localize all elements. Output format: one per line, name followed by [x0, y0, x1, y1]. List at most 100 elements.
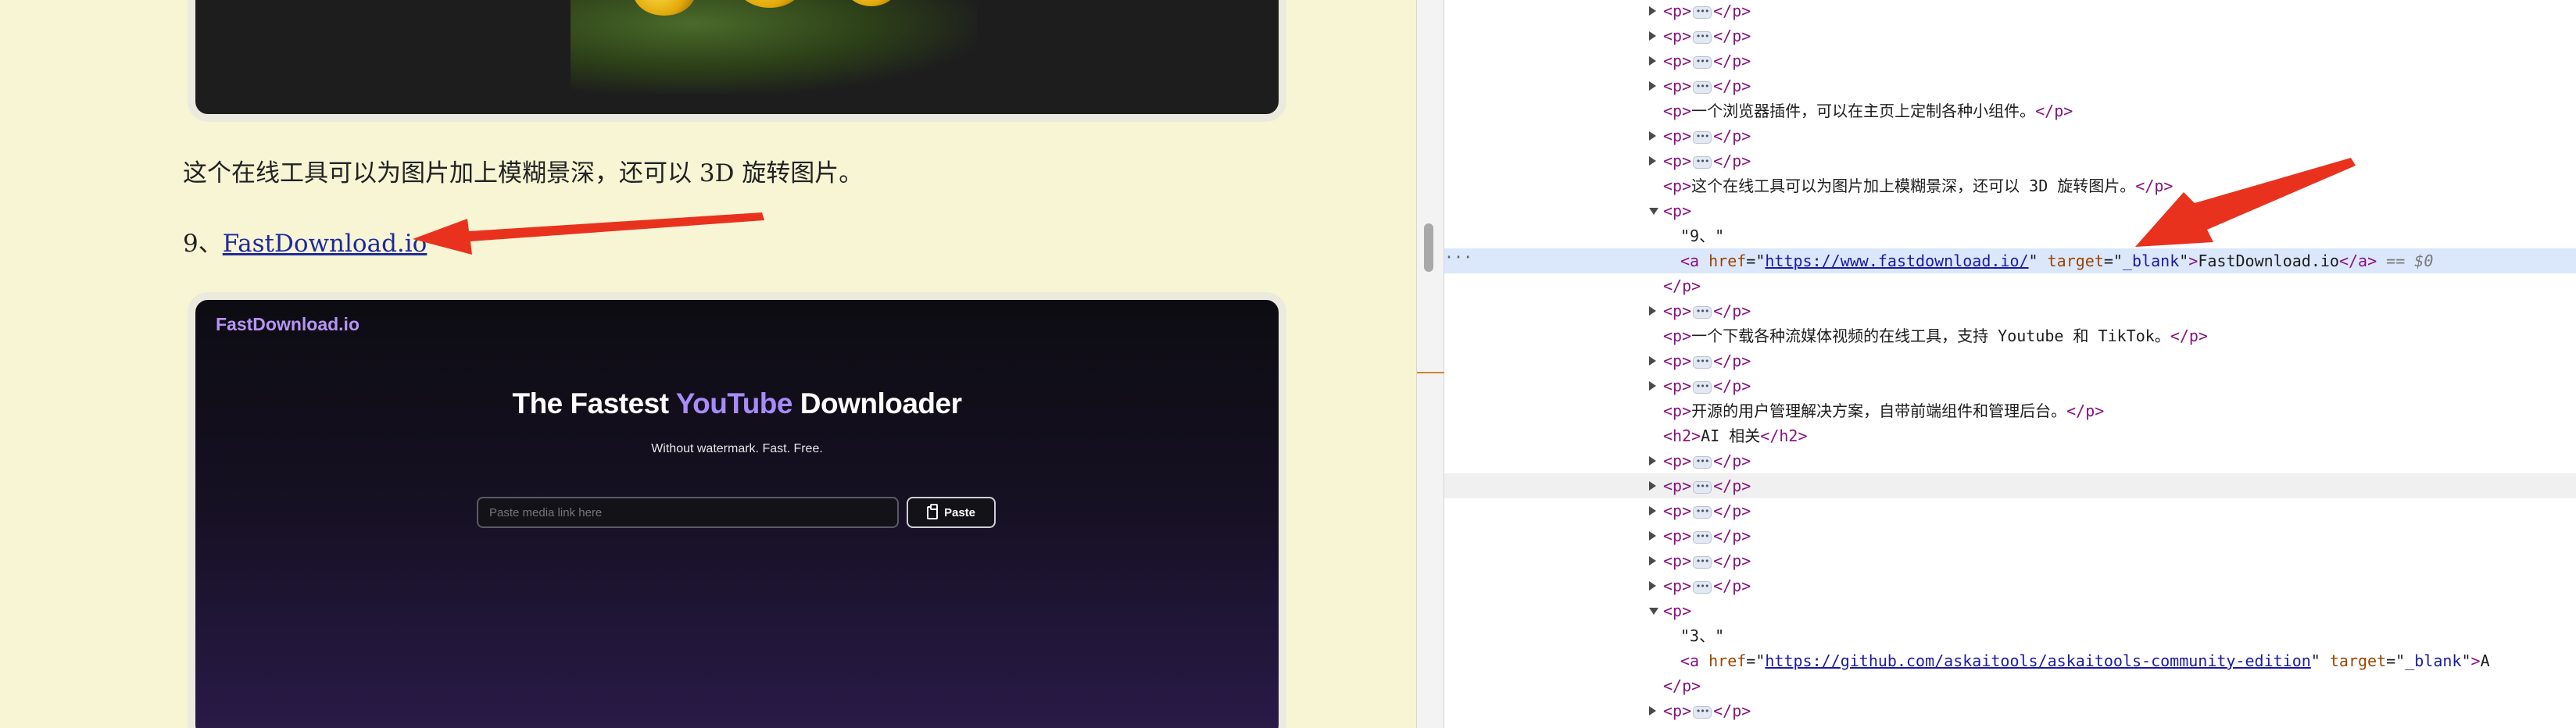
dom-node-row[interactable]: <a href="https://github.com/askaitools/a… [1444, 648, 2576, 673]
ellipsis-icon[interactable]: ••• [1693, 555, 1712, 569]
dom-node-row[interactable]: <p>开源的用户管理解决方案，自带前端组件和管理后台。</p> [1444, 398, 2576, 423]
node-markup: <p> ••• </p> [1663, 27, 1751, 45]
expand-triangle-icon[interactable] [1649, 81, 1656, 91]
expand-triangle-icon[interactable] [1649, 556, 1656, 566]
node-markup: <p> ••• </p> [1663, 52, 1751, 70]
dom-node-row[interactable]: <p> ••• </p> [1444, 523, 2576, 548]
devtools-elements-panel: <p> ••• </p> <p> ••• </p> <p> ••• </p> <p> ••• </p>… [1444, 0, 2576, 728]
description-paragraph: 这个在线工具可以为图片加上模糊景深，还可以 3D 旋转图片。 [183, 159, 864, 187]
node-markup: <p> ••• </p> [1663, 352, 1751, 370]
dom-node-row[interactable]: <p> ••• </p> [1444, 448, 2576, 473]
ellipsis-icon[interactable]: ••• [1693, 580, 1712, 594]
href-link[interactable]: https://www.fastdownload.io/ [1765, 252, 2028, 270]
ellipsis-icon[interactable]: ••• [1693, 130, 1712, 144]
headline-end: Downloader [792, 387, 962, 419]
node-markup: <p> [1663, 601, 1692, 620]
fastdownload-link[interactable]: FastDownload.io [223, 230, 428, 258]
dom-node-row[interactable]: <p>一个浏览器插件，可以在主页上定制各种小组件。</p> [1444, 98, 2576, 123]
dom-node-row[interactable]: <p> ••• </p> [1444, 373, 2576, 398]
node-markup: <p> ••• </p> [1663, 501, 1751, 520]
expand-triangle-icon[interactable] [1649, 481, 1656, 491]
ellipsis-icon[interactable]: ••• [1693, 380, 1712, 394]
ellipsis-icon[interactable]: ••• [1693, 305, 1712, 319]
dom-node-row[interactable]: <p> ••• </p> [1444, 23, 2576, 48]
collapse-triangle-icon[interactable] [1649, 208, 1658, 215]
dom-node-row[interactable]: <p> ••• </p> [1444, 573, 2576, 598]
dom-node-row[interactable]: <p>一个下载各种流媒体视频的在线工具，支持 Youtube 和 TikTok。… [1444, 323, 2576, 348]
node-markup: <p> ••• </p> [1663, 476, 1751, 495]
dom-node-row[interactable]: <p> ••• </p> [1444, 498, 2576, 523]
paste-button[interactable]: Paste [907, 497, 996, 528]
node-markup: <p> ••• </p> [1663, 152, 1751, 170]
dom-node-row[interactable]: <p> ••• </p> [1444, 48, 2576, 73]
paste-button-label: Paste [943, 505, 976, 519]
dom-node-row[interactable]: </p> [1444, 273, 2576, 298]
dom-node-row[interactable]: <a href="https://www.fastdownload.io/" t… [1444, 248, 2576, 273]
selected-node-marker: == $0 [2377, 252, 2434, 270]
node-markup: <p>一个浏览器插件，可以在主页上定制各种小组件。</p> [1663, 102, 2073, 120]
ellipsis-icon[interactable]: ••• [1693, 80, 1712, 94]
dom-node-row[interactable]: <p> ••• </p> [1444, 348, 2576, 373]
dom-node-row[interactable]: <p> ••• </p> [1444, 73, 2576, 98]
ellipsis-icon[interactable]: ••• [1693, 455, 1712, 469]
resize-handle[interactable] [1424, 223, 1433, 272]
divider-marker [1417, 372, 1445, 373]
node-markup: <p> ••• </p> [1663, 701, 1751, 720]
expand-triangle-icon[interactable] [1649, 31, 1656, 41]
ellipsis-icon[interactable]: ••• [1693, 705, 1712, 719]
expand-triangle-icon[interactable] [1649, 506, 1656, 516]
more-actions-icon[interactable]: ··· [1444, 247, 1472, 272]
expand-triangle-icon[interactable] [1649, 706, 1656, 716]
ellipsis-icon[interactable]: ••• [1693, 30, 1712, 44]
dom-node-row[interactable]: <p> ••• </p> [1444, 698, 2576, 723]
headline-start: The Fastest [512, 387, 676, 419]
dom-node-row[interactable]: "9、" [1444, 223, 2576, 248]
expand-triangle-icon[interactable] [1649, 531, 1656, 541]
expand-triangle-icon[interactable] [1649, 456, 1656, 466]
expand-triangle-icon[interactable] [1649, 381, 1656, 391]
dom-node-row[interactable]: <p> ••• </p> [1444, 548, 2576, 573]
pane-resize-divider[interactable] [1416, 0, 1445, 728]
node-text: AI 相关 [1701, 426, 1761, 445]
dom-node-row[interactable]: <p> ••• </p> [1444, 148, 2576, 173]
dom-node-row[interactable]: <p>这个在线工具可以为图片加上模糊景深，还可以 3D 旋转图片。</p> [1444, 173, 2576, 198]
dom-node-row[interactable]: <p> [1444, 598, 2576, 623]
node-text: 这个在线工具可以为图片加上模糊景深，还可以 3D 旋转图片。 [1691, 177, 2136, 195]
expand-triangle-icon[interactable] [1649, 6, 1656, 16]
dom-node-row[interactable]: "3、" [1444, 623, 2576, 648]
ellipsis-icon[interactable]: ••• [1693, 480, 1712, 494]
node-text: A [2480, 651, 2490, 670]
page-viewport: 这个在线工具可以为图片加上模糊景深，还可以 3D 旋转图片。 9、FastDow… [0, 0, 1416, 728]
node-markup: <p> ••• </p> [1663, 376, 1751, 395]
media-link-input[interactable] [477, 497, 899, 528]
ellipsis-icon[interactable]: ••• [1693, 5, 1712, 19]
dom-node-row[interactable]: <p> ••• </p> [1444, 473, 2576, 498]
node-markup: "3、" [1680, 623, 1724, 648]
headline-highlight: YouTube [675, 387, 793, 419]
expand-triangle-icon[interactable] [1649, 156, 1656, 166]
node-markup: <p> [1663, 202, 1692, 220]
clipboard-icon [926, 503, 938, 519]
dom-node-row[interactable]: <p> ••• </p> [1444, 298, 2576, 323]
href-link[interactable]: https://github.com/askaitools/askaitools… [1765, 651, 2310, 670]
node-markup: "9、" [1680, 223, 1724, 248]
dom-node-row[interactable]: </p> [1444, 673, 2576, 698]
dom-node-row[interactable]: <p> ••• </p> [1444, 0, 2576, 23]
node-markup: <p> ••• </p> [1663, 551, 1751, 570]
expand-triangle-icon[interactable] [1649, 356, 1656, 366]
collapse-triangle-icon[interactable] [1649, 608, 1658, 615]
expand-triangle-icon[interactable] [1649, 581, 1656, 591]
dom-node-row[interactable]: <p> [1444, 198, 2576, 223]
expand-triangle-icon[interactable] [1649, 131, 1656, 141]
expand-triangle-icon[interactable] [1649, 56, 1656, 66]
item-number: 9、 [183, 230, 223, 258]
ellipsis-icon[interactable]: ••• [1693, 355, 1712, 369]
ellipsis-icon[interactable]: ••• [1693, 55, 1712, 69]
ellipsis-icon[interactable]: ••• [1693, 155, 1712, 169]
expand-triangle-icon[interactable] [1649, 306, 1656, 316]
dom-node-row[interactable]: <p> ••• </p> [1444, 123, 2576, 148]
ellipsis-icon[interactable]: ••• [1693, 530, 1712, 544]
node-text: 开源的用户管理解决方案，自带前端组件和管理后台。 [1691, 401, 2067, 420]
dom-node-row[interactable]: <h2>AI 相关</h2> [1444, 423, 2576, 448]
ellipsis-icon[interactable]: ••• [1693, 505, 1712, 519]
